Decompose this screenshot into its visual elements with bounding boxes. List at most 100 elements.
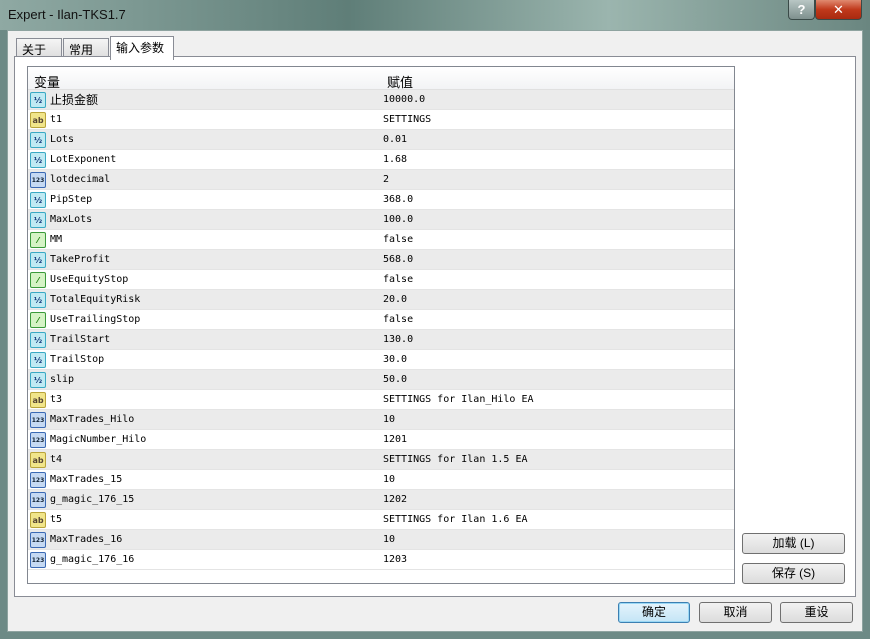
value-cell[interactable]: false (381, 274, 413, 285)
variable-name: MagicNumber_Hilo (50, 434, 147, 445)
variable-cell: ½ TrailStart (28, 331, 381, 348)
header-value[interactable]: 赋值 (381, 67, 419, 90)
value-cell[interactable]: 50.0 (381, 374, 407, 385)
table-row[interactable]: ab t5 SETTINGS for Ilan 1.6 EA (28, 510, 734, 530)
variable-cell: ½ TotalEquityRisk (28, 291, 381, 308)
parameters-table[interactable]: 变量 赋值 ½ 止损金额 10000.0 ab t1 SETTINGS ½ Lots 0.01 ½… (27, 66, 735, 584)
int-type-icon: 123 (30, 171, 46, 188)
double-type-icon: ½ (30, 191, 46, 208)
value-cell[interactable]: 30.0 (381, 354, 407, 365)
value-cell[interactable]: 10 (381, 414, 395, 425)
variable-name: LotExponent (50, 154, 117, 165)
table-row[interactable]: ½ TrailStart 130.0 (28, 330, 734, 350)
table-row[interactable]: ab t4 SETTINGS for Ilan 1.5 EA (28, 450, 734, 470)
table-row[interactable]: ⁄ UseTrailingStop false (28, 310, 734, 330)
table-row[interactable]: ½ TakeProfit 568.0 (28, 250, 734, 270)
value-cell[interactable]: false (381, 314, 413, 325)
close-button[interactable]: ✕ (815, 0, 862, 20)
double-type-icon: ½ (30, 251, 46, 268)
value-cell[interactable]: SETTINGS for Ilan 1.6 EA (381, 514, 528, 525)
variable-cell: ab t5 (28, 511, 381, 528)
table-row[interactable]: ab t1 SETTINGS (28, 110, 734, 130)
table-row[interactable]: 123 lotdecimal 2 (28, 170, 734, 190)
value-cell[interactable]: 10 (381, 474, 395, 485)
variable-cell: ½ TrailStop (28, 351, 381, 368)
table-row[interactable]: ½ 止损金额 10000.0 (28, 90, 734, 110)
variable-name: MaxTrades_Hilo (50, 414, 135, 425)
variable-cell: 123 MaxTrades_15 (28, 471, 381, 488)
variable-cell: ½ PipStep (28, 191, 381, 208)
int-type-icon: 123 (30, 471, 46, 488)
value-cell[interactable]: 100.0 (381, 214, 413, 225)
int-type-icon: 123 (30, 491, 46, 508)
variable-name: UseEquityStop (50, 274, 129, 285)
table-row[interactable]: 123 g_magic_176_15 1202 (28, 490, 734, 510)
value-cell[interactable]: 2 (381, 174, 389, 185)
title-bar: Expert - Ilan-TKS1.7 ? ✕ (0, 0, 870, 30)
variable-cell: 123 g_magic_176_16 (28, 551, 381, 568)
value-cell[interactable]: 368.0 (381, 194, 413, 205)
variable-name: slip (50, 374, 75, 385)
value-cell[interactable]: 568.0 (381, 254, 413, 265)
header-variable[interactable]: 变量 (28, 67, 381, 90)
table-row[interactable]: 123 MaxTrades_16 10 (28, 530, 734, 550)
variable-name: PipStep (50, 194, 93, 205)
variable-name: TrailStop (50, 354, 105, 365)
variable-cell: ⁄ UseEquityStop (28, 271, 381, 288)
save-button[interactable]: 保存 (S) (742, 563, 845, 584)
table-row[interactable]: ⁄ MM false (28, 230, 734, 250)
table-row[interactable]: ½ LotExponent 1.68 (28, 150, 734, 170)
reset-button[interactable]: 重设 (780, 602, 853, 623)
table-row[interactable]: ½ Lots 0.01 (28, 130, 734, 150)
value-cell[interactable]: 0.01 (381, 134, 407, 145)
string-type-icon: ab (30, 511, 46, 528)
bool-type-icon: ⁄ (30, 271, 46, 288)
table-row[interactable]: ½ TrailStop 30.0 (28, 350, 734, 370)
table-row[interactable]: 123 MaxTrades_Hilo 10 (28, 410, 734, 430)
table-row[interactable]: ab t3 SETTINGS for Ilan_Hilo EA (28, 390, 734, 410)
table-row[interactable]: 123 g_magic_176_16 1203 (28, 550, 734, 570)
value-cell[interactable]: 1202 (381, 494, 407, 505)
value-cell[interactable]: 1201 (381, 434, 407, 445)
double-type-icon: ½ (30, 331, 46, 348)
value-cell[interactable]: SETTINGS for Ilan_Hilo EA (381, 394, 534, 405)
ok-button[interactable]: 确定 (618, 602, 690, 623)
value-cell[interactable]: 1.68 (381, 154, 407, 165)
variable-name: MM (50, 234, 63, 245)
table-row[interactable]: 123 MaxTrades_15 10 (28, 470, 734, 490)
double-type-icon: ½ (30, 291, 46, 308)
value-cell[interactable]: 130.0 (381, 334, 413, 345)
bool-type-icon: ⁄ (30, 311, 46, 328)
variable-name: g_magic_176_16 (50, 554, 135, 565)
variable-cell: 123 MaxTrades_16 (28, 531, 381, 548)
value-cell[interactable]: 10000.0 (381, 94, 425, 105)
variable-name: Lots (50, 134, 75, 145)
value-cell[interactable]: SETTINGS for Ilan 1.5 EA (381, 454, 528, 465)
load-button[interactable]: 加载 (L) (742, 533, 845, 554)
cancel-button[interactable]: 取消 (699, 602, 772, 623)
double-type-icon: ½ (30, 91, 46, 108)
value-cell[interactable]: false (381, 234, 413, 245)
table-row[interactable]: ½ PipStep 368.0 (28, 190, 734, 210)
value-cell[interactable]: SETTINGS (381, 114, 431, 125)
table-row[interactable]: ½ MaxLots 100.0 (28, 210, 734, 230)
variable-cell: 123 MaxTrades_Hilo (28, 411, 381, 428)
value-cell[interactable]: 10 (381, 534, 395, 545)
help-button[interactable]: ? (788, 0, 815, 20)
table-row[interactable]: ½ slip 50.0 (28, 370, 734, 390)
double-type-icon: ½ (30, 131, 46, 148)
double-type-icon: ½ (30, 371, 46, 388)
variable-cell: ab t4 (28, 451, 381, 468)
int-type-icon: 123 (30, 531, 46, 548)
table-row[interactable]: ½ TotalEquityRisk 20.0 (28, 290, 734, 310)
table-header: 变量 赋值 (28, 67, 734, 90)
tab-inputs[interactable]: 输入参数 (110, 36, 174, 60)
table-row[interactable]: ⁄ UseEquityStop false (28, 270, 734, 290)
value-cell[interactable]: 1203 (381, 554, 407, 565)
value-cell[interactable]: 20.0 (381, 294, 407, 305)
variable-name: lotdecimal (50, 174, 111, 185)
table-row[interactable]: 123 MagicNumber_Hilo 1201 (28, 430, 734, 450)
double-type-icon: ½ (30, 151, 46, 168)
variable-cell: 123 MagicNumber_Hilo (28, 431, 381, 448)
variable-cell: ab t3 (28, 391, 381, 408)
